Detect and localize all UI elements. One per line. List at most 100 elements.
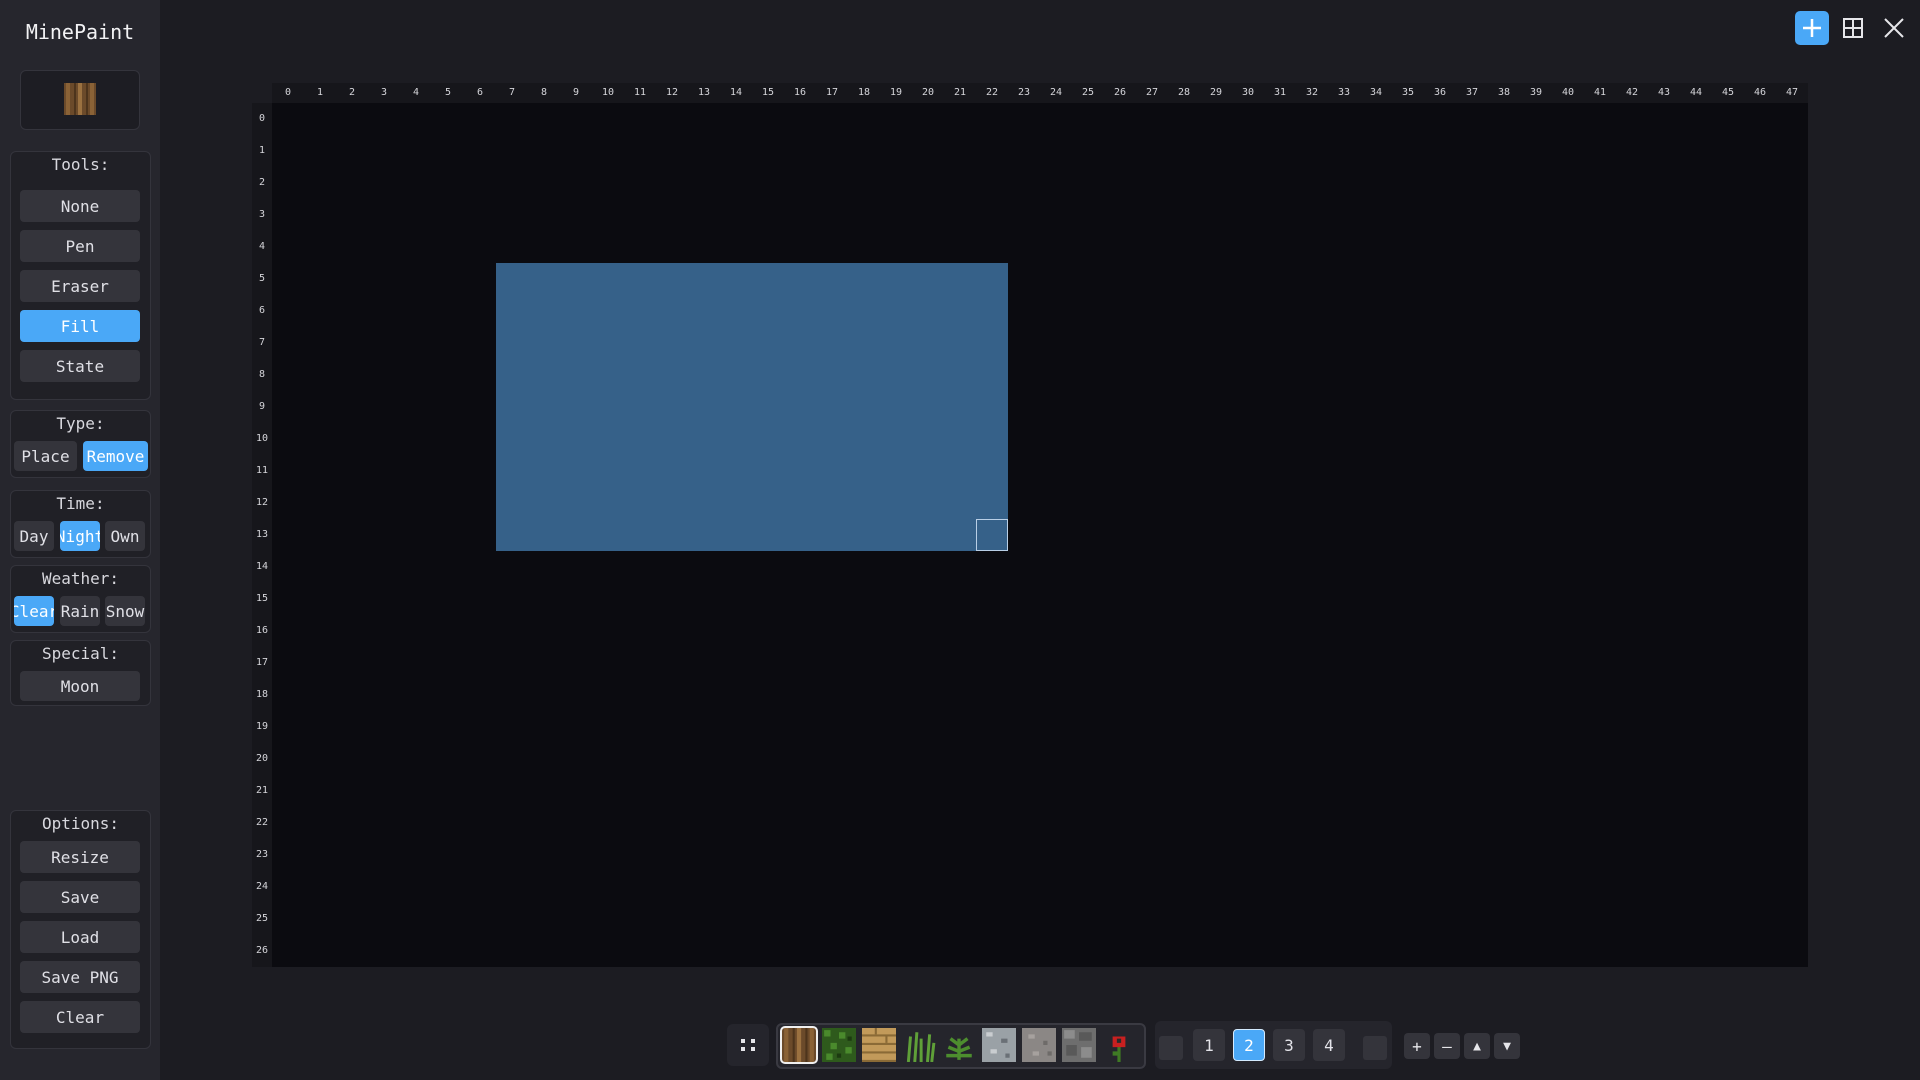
fern-icon	[946, 1037, 972, 1060]
hotbar-slot-oak-leaves[interactable]	[822, 1028, 856, 1062]
column-label: 4	[412, 87, 420, 98]
tool-eraser-button[interactable]: Eraser	[20, 270, 140, 302]
column-label: 41	[1593, 87, 1607, 98]
page-selector: 1 2 3 4	[1155, 1021, 1392, 1069]
column-label: 13	[697, 87, 711, 98]
hotbar-slot-cobblestone[interactable]	[1062, 1028, 1096, 1062]
block-hotbar	[776, 1023, 1146, 1069]
column-label: 46	[1753, 87, 1767, 98]
resize-button[interactable]: Resize	[20, 841, 140, 873]
poppy-icon	[1112, 1036, 1126, 1062]
special-panel: Special: Moon	[10, 640, 151, 706]
tool-none-button[interactable]: None	[20, 190, 140, 222]
hotbar-slot-andesite[interactable]	[1022, 1028, 1056, 1062]
tool-pen-button[interactable]: Pen	[20, 230, 140, 262]
time-own-button[interactable]: Own	[105, 521, 145, 551]
app-title: MinePaint	[25, 20, 135, 44]
column-label: 43	[1657, 87, 1671, 98]
cobblestone-icon	[1062, 1028, 1096, 1062]
page-4-button[interactable]: 4	[1313, 1029, 1345, 1061]
row-label: 0	[258, 113, 266, 124]
special-title: Special:	[41, 644, 120, 663]
save-button[interactable]: Save	[20, 881, 140, 913]
page-3-button[interactable]: 3	[1273, 1029, 1305, 1061]
column-label: 37	[1465, 87, 1479, 98]
column-label: 45	[1721, 87, 1735, 98]
hotbar-slot-fern[interactable]	[942, 1028, 976, 1062]
page-prev-button[interactable]	[1159, 1036, 1183, 1060]
column-label: 26	[1113, 87, 1127, 98]
row-label: 26	[255, 945, 269, 956]
special-moon-button[interactable]: Moon	[20, 671, 140, 701]
diorite-icon	[982, 1028, 1016, 1062]
row-label: 13	[255, 529, 269, 540]
column-label: 23	[1017, 87, 1031, 98]
load-button[interactable]: Load	[20, 921, 140, 953]
move-up-button[interactable]: ▲	[1464, 1033, 1490, 1059]
column-label: 15	[761, 87, 775, 98]
page-1-button[interactable]: 1	[1193, 1029, 1225, 1061]
row-label: 20	[255, 753, 269, 764]
row-label: 4	[258, 241, 266, 252]
hotbar-slot-tall-grass[interactable]	[902, 1028, 936, 1062]
move-down-button[interactable]: ▼	[1494, 1033, 1520, 1059]
column-label: 8	[540, 87, 548, 98]
drag-handle-icon	[741, 1039, 755, 1051]
column-label: 32	[1305, 87, 1319, 98]
row-label: 5	[258, 273, 266, 284]
oak-log-icon	[64, 83, 96, 115]
hotbar-drag-handle[interactable]	[727, 1024, 769, 1066]
column-label: 36	[1433, 87, 1447, 98]
column-label: 21	[953, 87, 967, 98]
time-night-button[interactable]: Night	[60, 521, 100, 551]
drawing-canvas[interactable]	[272, 103, 1808, 967]
remove-page-button[interactable]: –	[1434, 1033, 1460, 1059]
tool-fill-button[interactable]: Fill	[20, 310, 140, 342]
oak-log-icon	[782, 1028, 816, 1062]
row-label: 22	[255, 817, 269, 828]
weather-clear-button[interactable]: Clear	[14, 596, 54, 626]
column-label: 39	[1529, 87, 1543, 98]
column-label: 5	[444, 87, 452, 98]
plus-icon	[1803, 19, 1821, 37]
row-label: 1	[258, 145, 266, 156]
column-label: 24	[1049, 87, 1063, 98]
close-button[interactable]	[1877, 11, 1911, 45]
hotbar-slot-oak-log[interactable]	[780, 1026, 818, 1064]
page-next-button[interactable]	[1363, 1036, 1387, 1060]
page-2-button[interactable]: 2	[1233, 1029, 1265, 1061]
sidebar: MinePaint Tools: None Pen Eraser Fill St…	[0, 0, 160, 1080]
time-title: Time:	[56, 494, 105, 513]
clear-button[interactable]: Clear	[20, 1001, 140, 1033]
column-label: 38	[1497, 87, 1511, 98]
grid-toggle-button[interactable]	[1836, 11, 1870, 45]
row-label: 14	[255, 561, 269, 572]
add-page-button[interactable]: +	[1404, 1033, 1430, 1059]
column-label: 25	[1081, 87, 1095, 98]
tools-title: Tools:	[51, 155, 110, 174]
weather-rain-button[interactable]: Rain	[60, 596, 100, 626]
column-label: 0	[284, 87, 292, 98]
row-label: 25	[255, 913, 269, 924]
row-label: 8	[258, 369, 266, 380]
row-label: 23	[255, 849, 269, 860]
add-button[interactable]	[1795, 11, 1829, 45]
hotbar-slot-diorite[interactable]	[982, 1028, 1016, 1062]
hotbar-slot-oak-planks[interactable]	[862, 1028, 896, 1062]
row-label: 19	[255, 721, 269, 732]
column-label: 35	[1401, 87, 1415, 98]
column-label: 18	[857, 87, 871, 98]
type-place-button[interactable]: Place	[14, 441, 77, 471]
weather-snow-button[interactable]: Snow	[105, 596, 145, 626]
time-panel: Time: Day Night Own	[10, 490, 151, 558]
column-label: 3	[380, 87, 388, 98]
hotbar-slot-poppy[interactable]	[1102, 1028, 1136, 1062]
tool-state-button[interactable]: State	[20, 350, 140, 382]
time-day-button[interactable]: Day	[14, 521, 54, 551]
column-label: 12	[665, 87, 679, 98]
column-label: 30	[1241, 87, 1255, 98]
save-png-button[interactable]: Save PNG	[20, 961, 140, 993]
type-remove-button[interactable]: Remove	[83, 441, 148, 471]
oak-leaves-icon	[822, 1028, 856, 1062]
column-label: 16	[793, 87, 807, 98]
